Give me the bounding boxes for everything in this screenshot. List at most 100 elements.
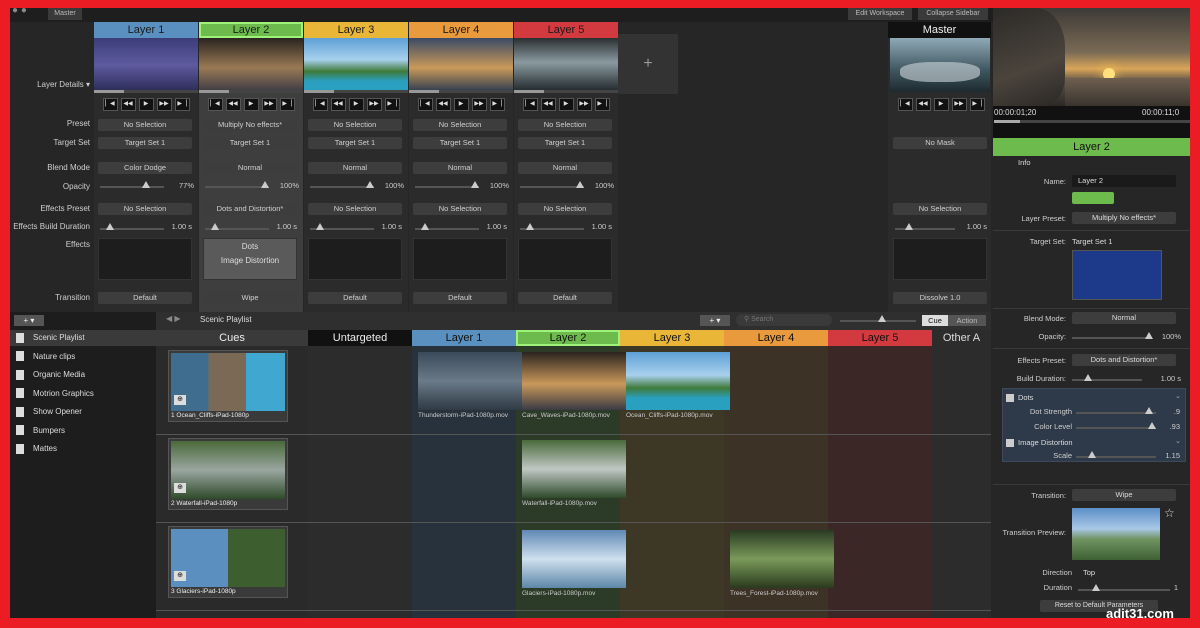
skip-forward-icon[interactable]: ▶▕ bbox=[489, 98, 505, 111]
add-layer-button[interactable]: + bbox=[618, 34, 678, 94]
opacity-track[interactable] bbox=[205, 186, 269, 188]
media-clip[interactable] bbox=[626, 352, 730, 410]
layer-thumbnail-3[interactable] bbox=[304, 38, 408, 92]
fast-forward-icon[interactable]: ▶▶ bbox=[576, 98, 592, 111]
fast-forward-icon[interactable]: ▶▶ bbox=[261, 98, 277, 111]
fast-forward-icon[interactable]: ▶▶ bbox=[156, 98, 172, 111]
opacity-thumb[interactable] bbox=[261, 181, 269, 188]
effects-preset-select[interactable]: No Selection bbox=[308, 203, 402, 215]
skip-forward-icon[interactable]: ▶▕ bbox=[594, 98, 610, 111]
skip-back-icon[interactable]: ▏◀ bbox=[207, 98, 223, 111]
checkbox-icon[interactable] bbox=[1006, 394, 1014, 403]
rewind-icon[interactable]: ◀◀ bbox=[225, 98, 241, 111]
playlist-item[interactable]: Organic Media bbox=[16, 367, 85, 383]
fast-forward-icon[interactable]: ▶▶ bbox=[471, 98, 487, 111]
dots-effect-row[interactable]: Dots bbox=[1006, 393, 1033, 403]
blend-mode-select[interactable]: Normal bbox=[1072, 312, 1176, 324]
layer-thumbnail-2[interactable] bbox=[199, 38, 303, 92]
transition-select[interactable]: Default bbox=[518, 292, 612, 304]
cue-item[interactable]: 3 Glaciers-iPad-1080p ⊕ bbox=[168, 526, 288, 598]
layer-header-5[interactable]: Layer 5 bbox=[514, 22, 618, 38]
layer-header-3[interactable]: Layer 3 bbox=[304, 22, 408, 38]
build-duration-thumb[interactable] bbox=[1084, 374, 1092, 381]
duration-thumb[interactable] bbox=[316, 223, 324, 230]
opacity-track[interactable] bbox=[100, 186, 164, 188]
target-set-select[interactable]: Target Set 1 bbox=[413, 137, 507, 149]
checkbox-icon[interactable] bbox=[1006, 439, 1014, 448]
blend-mode-select[interactable]: Normal bbox=[308, 162, 402, 174]
dot-strength-thumb[interactable] bbox=[1145, 407, 1153, 414]
grid-column-header[interactable]: Cues bbox=[156, 330, 308, 346]
fast-forward-icon[interactable]: ▶▶ bbox=[366, 98, 382, 111]
opacity-thumb[interactable] bbox=[142, 181, 150, 188]
duration-thumb[interactable] bbox=[421, 223, 429, 230]
opacity-thumb[interactable] bbox=[471, 181, 479, 188]
blend-mode-select[interactable]: Normal bbox=[413, 162, 507, 174]
effects-box[interactable] bbox=[308, 238, 402, 280]
blend-mode-select[interactable]: Normal bbox=[203, 162, 297, 174]
grid-column-header[interactable]: Layer 3 bbox=[620, 330, 724, 346]
effect-item[interactable]: Image Distortion bbox=[204, 256, 296, 265]
scale-thumb[interactable] bbox=[1088, 451, 1096, 458]
opacity-track[interactable] bbox=[1072, 337, 1150, 339]
preset-select[interactable]: No Selection bbox=[518, 119, 612, 131]
transition-select[interactable]: Wipe bbox=[1072, 489, 1176, 501]
master-duration-track[interactable] bbox=[895, 228, 955, 230]
grid-column-header[interactable]: Other A bbox=[932, 330, 991, 346]
play-icon[interactable]: ▶ bbox=[453, 98, 469, 111]
transition-select[interactable]: Wipe bbox=[203, 292, 297, 304]
blend-mode-select[interactable]: Color Dodge bbox=[98, 162, 192, 174]
transition-select[interactable]: Default bbox=[413, 292, 507, 304]
effects-box[interactable]: Dots Image Distortion bbox=[203, 238, 297, 280]
master-transition[interactable]: Dissolve 1.0 bbox=[893, 292, 987, 304]
fast-forward-icon[interactable]: ▶▶ bbox=[951, 98, 967, 111]
effects-preset-select[interactable]: Dots and Distortion* bbox=[1072, 354, 1176, 366]
preset-select[interactable]: No Selection bbox=[413, 119, 507, 131]
preset-select[interactable]: Multiply No effects* bbox=[203, 119, 297, 131]
master-mask-select[interactable]: No Mask bbox=[893, 137, 987, 149]
cue-item[interactable]: 1 Ocean_Cliffs-iPad-1080p ⊕ bbox=[168, 350, 288, 422]
transition-select[interactable]: Default bbox=[308, 292, 402, 304]
star-icon[interactable]: ☆ bbox=[1164, 506, 1175, 520]
edit-workspace-button[interactable]: Edit Workspace bbox=[848, 8, 912, 20]
target-set-select[interactable]: Target Set 1 bbox=[98, 137, 192, 149]
grid-column-header[interactable]: Layer 4 bbox=[724, 330, 828, 346]
skip-forward-icon[interactable]: ▶▕ bbox=[384, 98, 400, 111]
duration-thumb[interactable] bbox=[526, 223, 534, 230]
effects-preset-select[interactable]: Dots and Distortion* bbox=[203, 203, 297, 215]
effects-box[interactable] bbox=[413, 238, 507, 280]
dot-strength-track[interactable] bbox=[1076, 412, 1156, 414]
chevron-down-icon[interactable]: ⌄ bbox=[1175, 437, 1181, 445]
cue-item[interactable]: 2 Waterfall-iPad-1080p ⊕ bbox=[168, 438, 288, 510]
skip-forward-icon[interactable]: ▶▕ bbox=[969, 98, 985, 111]
effects-preset-select[interactable]: No Selection bbox=[98, 203, 192, 215]
effects-box[interactable] bbox=[98, 238, 192, 280]
direction-value[interactable]: Top bbox=[1083, 568, 1095, 577]
skip-back-icon[interactable]: ▏◀ bbox=[522, 98, 538, 111]
playlist-item[interactable]: Nature clips bbox=[16, 349, 75, 365]
search-input[interactable]: ⚲ Search bbox=[736, 314, 832, 326]
rewind-icon[interactable]: ◀◀ bbox=[435, 98, 451, 111]
master-duration-thumb[interactable] bbox=[905, 223, 913, 230]
layer-preset-select[interactable]: Multiply No effects* bbox=[1072, 212, 1176, 224]
preset-select[interactable]: No Selection bbox=[308, 119, 402, 131]
inspector-section-info[interactable]: Info bbox=[1018, 158, 1031, 167]
media-clip[interactable] bbox=[522, 440, 626, 498]
grid-column-header[interactable]: Layer 2 bbox=[516, 330, 620, 346]
master-header[interactable]: Master bbox=[888, 22, 991, 38]
effects-preset-select[interactable]: No Selection bbox=[413, 203, 507, 215]
duration-thumb[interactable] bbox=[106, 223, 114, 230]
zoom-thumb[interactable] bbox=[878, 315, 886, 322]
skip-forward-icon[interactable]: ▶▕ bbox=[174, 98, 190, 111]
playlist-item[interactable]: Scenic Playlist bbox=[10, 330, 156, 346]
color-level-track[interactable] bbox=[1076, 427, 1156, 429]
layer-header-4[interactable]: Layer 4 bbox=[409, 22, 513, 38]
opacity-track[interactable] bbox=[310, 186, 374, 188]
grid-column-header[interactable]: Untargeted bbox=[308, 330, 412, 346]
rewind-icon[interactable]: ◀◀ bbox=[915, 98, 931, 111]
duration-thumb[interactable] bbox=[211, 223, 219, 230]
skip-back-icon[interactable]: ▏◀ bbox=[417, 98, 433, 111]
preview-scrubber[interactable] bbox=[994, 120, 1190, 123]
media-clip[interactable] bbox=[522, 352, 626, 410]
media-clip[interactable] bbox=[418, 352, 522, 410]
